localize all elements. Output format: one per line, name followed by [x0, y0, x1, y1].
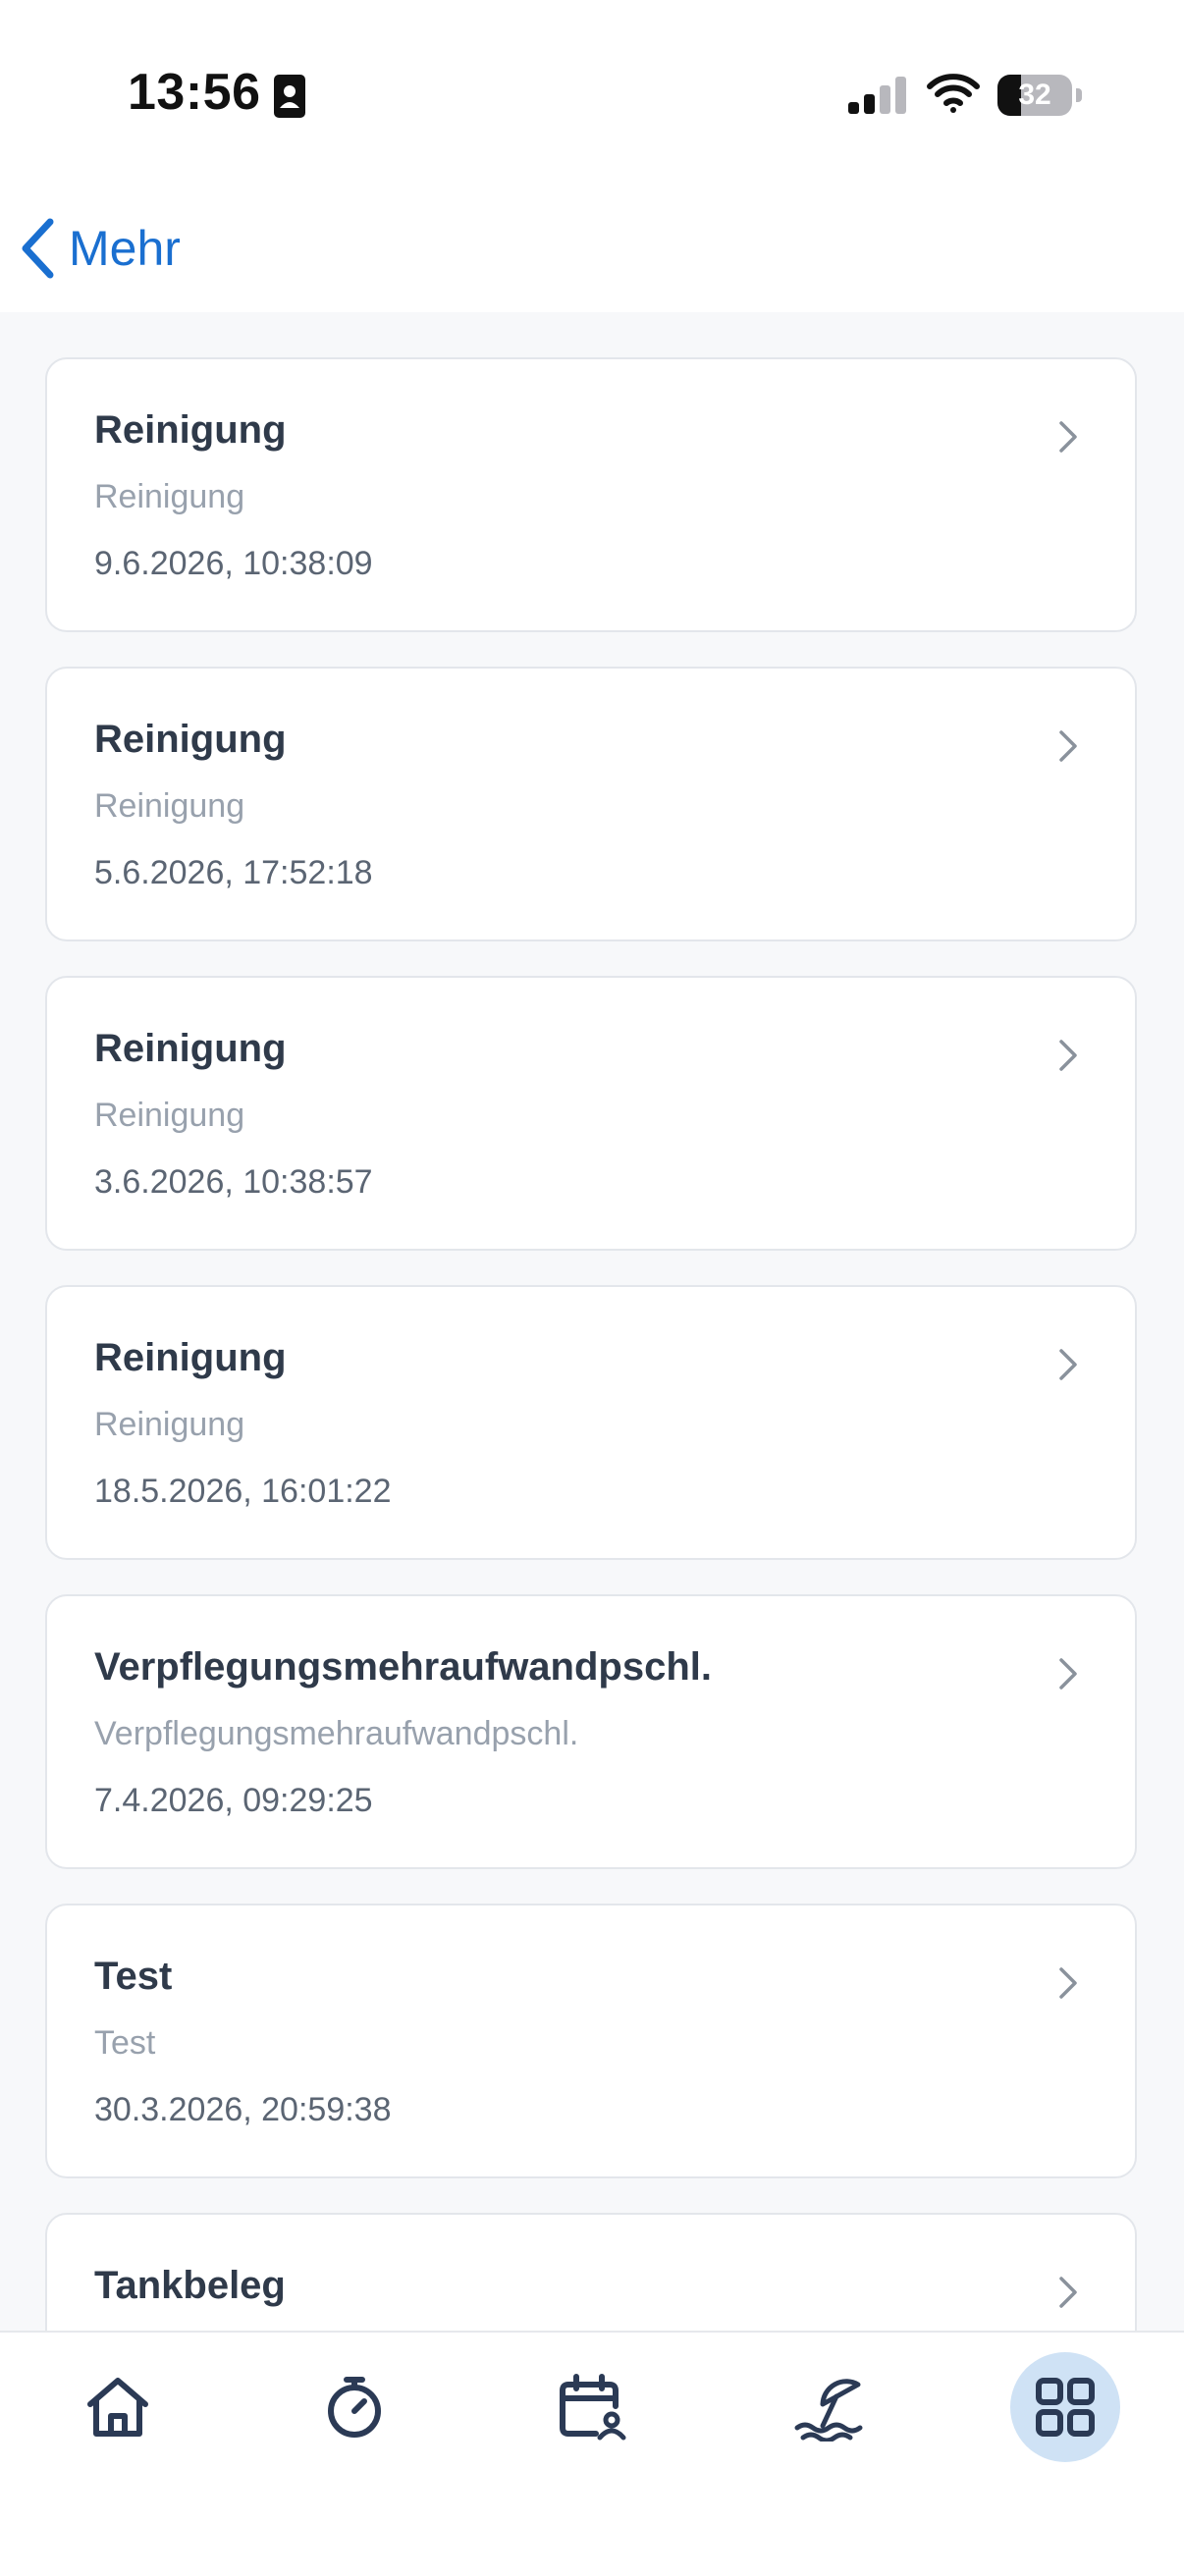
list-item[interactable]: Test Test 30.3.2026, 20:59:38 — [45, 1904, 1137, 2178]
item-date: 9.6.2026, 10:38:09 — [94, 545, 373, 582]
cellular-signal-icon — [848, 77, 906, 114]
item-subtitle: Reinigung — [94, 1097, 245, 1134]
chevron-right-icon — [1059, 2277, 1077, 2308]
list-item[interactable]: Reinigung Reinigung 9.6.2026, 10:38:09 — [45, 357, 1137, 632]
item-date: 30.3.2026, 20:59:38 — [94, 2091, 392, 2128]
item-subtitle: Reinigung — [94, 1406, 245, 1443]
item-title: Verpflegungsmehraufwandpschl. — [94, 1645, 713, 1689]
list-item[interactable]: Reinigung Reinigung 5.6.2026, 17:52:18 — [45, 667, 1137, 941]
wifi-icon — [927, 74, 980, 113]
item-subtitle: Reinigung — [94, 787, 245, 825]
item-subtitle: Test — [94, 2024, 156, 2062]
item-title: Reinigung — [94, 408, 287, 452]
contact-card-icon — [274, 75, 305, 118]
calendar-person-icon — [560, 2374, 626, 2441]
item-title: Reinigung — [94, 718, 287, 761]
status-time: 13:56 — [128, 64, 261, 121]
chevron-right-icon — [1059, 1658, 1077, 1690]
tab-bar — [0, 2331, 1184, 2576]
chevron-right-icon — [1059, 1040, 1077, 1071]
battery-level: 32 — [1018, 79, 1051, 111]
list-item[interactable]: Tankbeleg — [45, 2213, 1137, 2331]
entries-list: Reinigung Reinigung 9.6.2026, 10:38:09 R… — [0, 312, 1184, 2331]
item-date: 3.6.2026, 10:38:57 — [94, 1163, 373, 1201]
chevron-right-icon — [1059, 1349, 1077, 1380]
chevron-right-icon — [1059, 730, 1077, 762]
item-date: 18.5.2026, 16:01:22 — [94, 1473, 392, 1510]
item-subtitle: Verpflegungsmehraufwandpschl. — [94, 1715, 579, 1752]
item-title: Test — [94, 1955, 173, 1998]
list-item[interactable]: Reinigung Reinigung 3.6.2026, 10:38:57 — [45, 976, 1137, 1251]
chevron-right-icon — [1059, 1967, 1077, 1999]
status-bar: 13:56 32 — [0, 0, 1184, 187]
list-item[interactable]: Reinigung Reinigung 18.5.2026, 16:01:22 — [45, 1285, 1137, 1560]
tab-more[interactable] — [1010, 2352, 1120, 2462]
item-date: 7.4.2026, 09:29:25 — [94, 1782, 373, 1819]
item-title: Tankbeleg — [94, 2264, 286, 2307]
item-title: Reinigung — [94, 1027, 287, 1070]
stopwatch-icon — [328, 2377, 381, 2438]
back-button[interactable]: Mehr — [20, 214, 181, 283]
item-subtitle: Reinigung — [94, 478, 245, 515]
item-date: 5.6.2026, 17:52:18 — [94, 854, 373, 891]
home-icon — [87, 2378, 148, 2437]
beach-umbrella-icon — [794, 2379, 863, 2442]
tab-time-tracking[interactable] — [299, 2352, 409, 2462]
item-title: Reinigung — [94, 1336, 287, 1379]
grid-icon — [1036, 2378, 1095, 2437]
back-button-label: Mehr — [69, 221, 181, 276]
battery-icon: 32 — [997, 75, 1082, 116]
tab-home[interactable] — [63, 2352, 173, 2462]
chevron-right-icon — [1059, 421, 1077, 453]
tab-vacation[interactable] — [774, 2352, 884, 2462]
tab-calendar[interactable] — [537, 2352, 647, 2462]
chevron-left-icon — [22, 218, 54, 279]
list-item[interactable]: Verpflegungsmehraufwandpschl. Verpflegun… — [45, 1594, 1137, 1869]
